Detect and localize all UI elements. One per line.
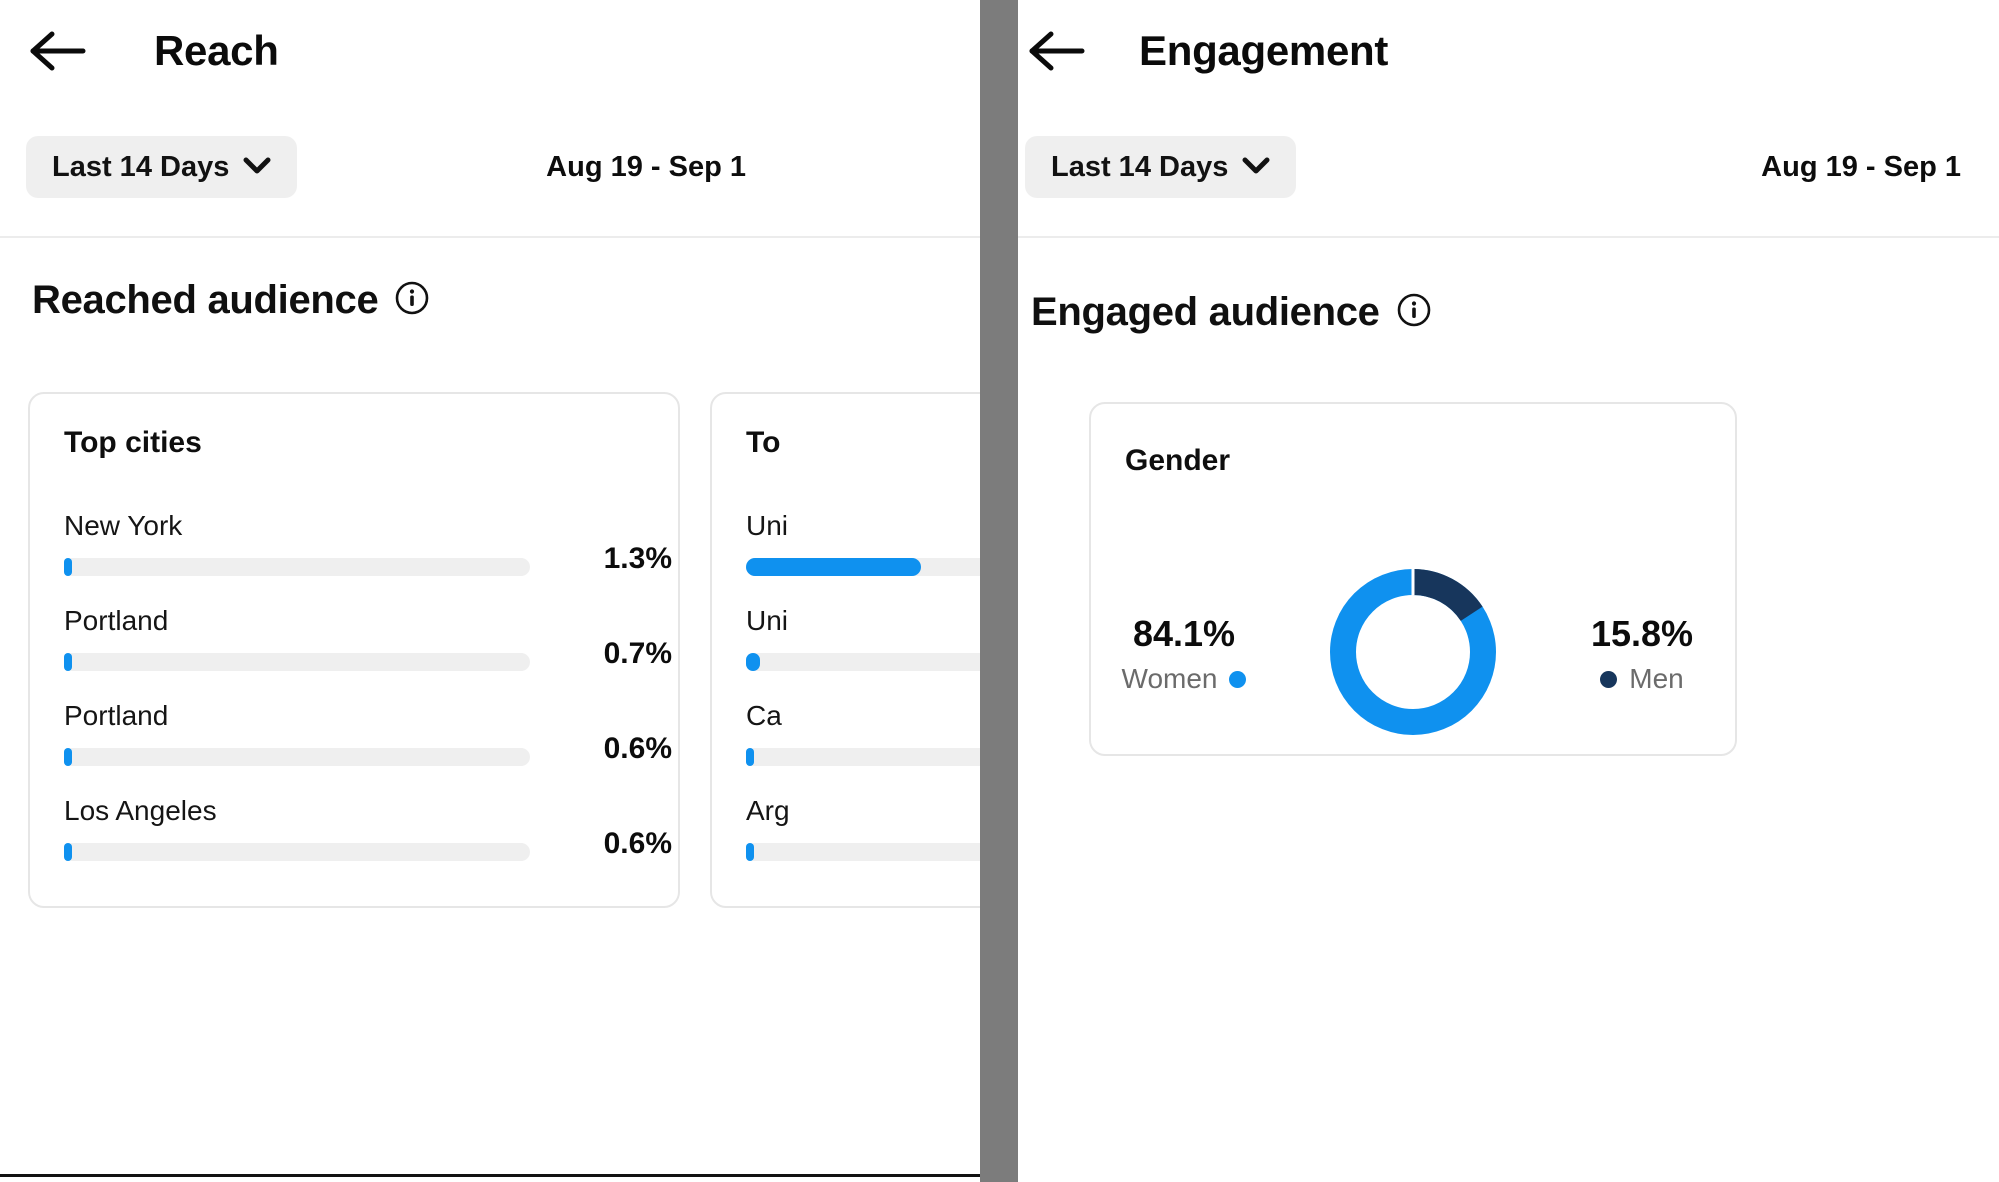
- progress-bar-fill: [746, 843, 754, 861]
- back-arrow-icon[interactable]: [26, 20, 88, 82]
- country-name: Uni: [746, 510, 788, 542]
- date-range-filter-button[interactable]: Last 14 Days: [1025, 136, 1296, 198]
- date-range-filter-label: Last 14 Days: [1051, 151, 1228, 184]
- progress-bar-fill: [64, 843, 72, 861]
- progress-bar-track: [64, 653, 530, 671]
- progress-bar-track: [746, 748, 990, 766]
- country-name: Ca: [746, 700, 782, 732]
- progress-bar-track: [746, 653, 990, 671]
- country-name: Uni: [746, 605, 788, 637]
- progress-bar-fill: [746, 748, 754, 766]
- page-title: Reach: [154, 27, 279, 75]
- chevron-down-icon: [1242, 157, 1270, 178]
- screenshot-bottom-edge: [0, 1174, 990, 1177]
- city-percent: 0.6%: [560, 732, 672, 766]
- top-countries-card: To Uni 7% Uni 1% Ca 3%: [710, 392, 990, 908]
- date-range-text: Aug 19 - Sep 1: [546, 151, 746, 184]
- header-divider: [1009, 236, 1999, 238]
- progress-bar-fill: [746, 558, 921, 576]
- men-label: Men: [1629, 663, 1683, 695]
- city-percent: 0.7%: [560, 637, 672, 671]
- section-heading-label: Reached audience: [32, 278, 378, 323]
- reach-panel: Reach Last 14 Days Aug 19 - Sep 1 Reache…: [0, 0, 990, 1182]
- engagement-panel: Engagement Last 14 Days Aug 19 - Sep 1 E…: [1009, 0, 1999, 1182]
- progress-bar-track: [64, 748, 530, 766]
- men-color-dot: [1600, 671, 1617, 688]
- date-range-filter-button[interactable]: Last 14 Days: [26, 136, 297, 198]
- engagement-nav-row: Engagement: [1025, 18, 1388, 84]
- women-percent: 84.1%: [1133, 613, 1235, 655]
- gender-card: Gender 84.1% Women: [1089, 402, 1737, 756]
- reach-nav-row: Reach: [26, 18, 279, 84]
- gender-donut-chart: 84.1% Women: [1091, 504, 1735, 804]
- engaged-audience-heading: Engaged audience: [1031, 290, 1432, 335]
- city-percent: 0.6%: [560, 827, 672, 861]
- city-percent: 1.3%: [560, 542, 672, 576]
- country-name: Arg: [746, 795, 790, 827]
- progress-bar-fill: [746, 653, 760, 671]
- women-legend: Women: [1122, 663, 1247, 695]
- women-label: Women: [1122, 663, 1218, 695]
- city-name: Los Angeles: [64, 795, 217, 827]
- progress-bar-track: [64, 843, 530, 861]
- progress-bar-fill: [64, 653, 72, 671]
- progress-bar-fill: [64, 748, 72, 766]
- donut-ring: [1325, 564, 1501, 745]
- progress-bar-track: [64, 558, 530, 576]
- card-title: Gender: [1125, 444, 1230, 478]
- men-percent: 15.8%: [1591, 613, 1693, 655]
- gender-men-stat: 15.8% Men: [1557, 613, 1727, 695]
- page-title: Engagement: [1139, 27, 1388, 75]
- date-range-text: Aug 19 - Sep 1: [1761, 151, 1961, 184]
- city-name: New York: [64, 510, 182, 542]
- gender-women-stat: 84.1% Women: [1099, 613, 1269, 695]
- header-divider: [0, 236, 990, 238]
- progress-bar-track: [746, 843, 990, 861]
- top-cities-card: Top cities New York 1.3% Portland 0.7% P…: [28, 392, 680, 908]
- card-title: Top cities: [64, 426, 202, 460]
- city-name: Portland: [64, 605, 168, 637]
- panel-seam-divider: [980, 0, 1018, 1182]
- reached-audience-heading: Reached audience: [32, 278, 430, 323]
- info-circle-icon[interactable]: [1396, 292, 1432, 333]
- men-legend: Men: [1600, 663, 1683, 695]
- women-color-dot: [1229, 671, 1246, 688]
- card-title: To: [746, 426, 780, 460]
- back-arrow-icon[interactable]: [1025, 20, 1087, 82]
- progress-bar-track: [746, 558, 990, 576]
- chevron-down-icon: [243, 157, 271, 178]
- screenshot-root: Reach Last 14 Days Aug 19 - Sep 1 Reache…: [0, 0, 1999, 1182]
- date-range-filter-label: Last 14 Days: [52, 151, 229, 184]
- progress-bar-fill: [64, 558, 72, 576]
- engagement-date-row: Last 14 Days Aug 19 - Sep 1: [1025, 136, 1983, 198]
- section-heading-label: Engaged audience: [1031, 290, 1380, 335]
- reach-date-row: Last 14 Days Aug 19 - Sep 1: [26, 136, 956, 198]
- info-circle-icon[interactable]: [394, 280, 430, 321]
- city-name: Portland: [64, 700, 168, 732]
